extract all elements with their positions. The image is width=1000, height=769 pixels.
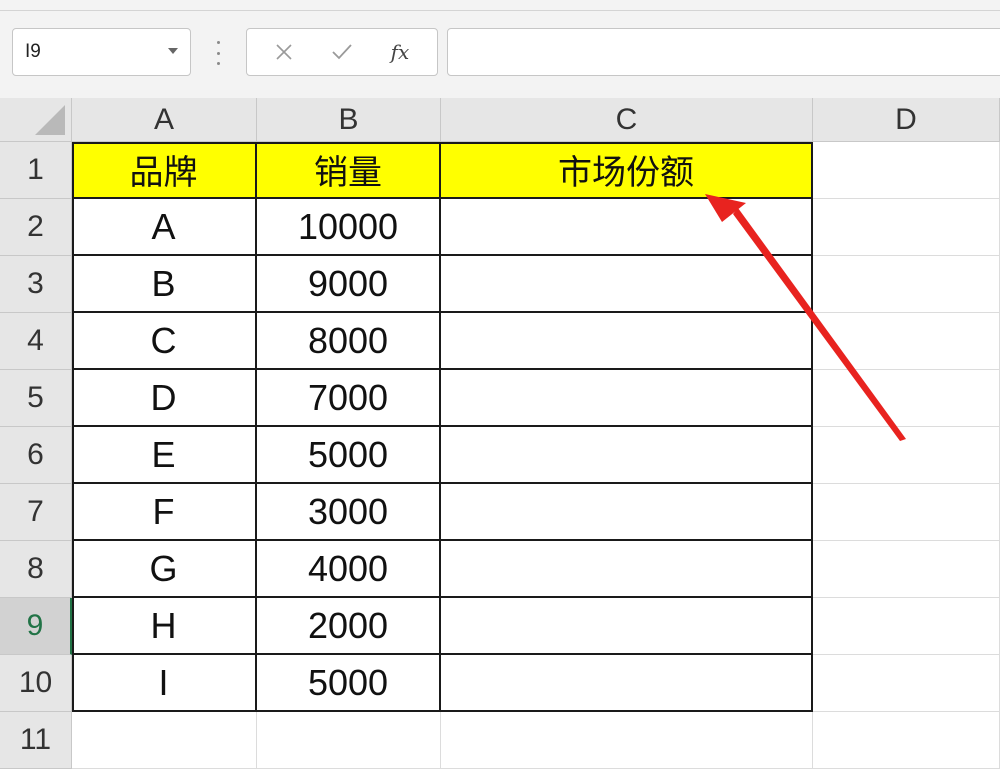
cell-c6[interactable] [441,427,813,484]
cell-d5[interactable] [813,370,1000,427]
select-all-button[interactable] [0,98,72,142]
row-header-4[interactable]: 4 [0,313,72,370]
cell-c1[interactable]: 市场份额 [441,142,813,199]
cell-a8[interactable]: G [72,541,257,598]
row-header-7[interactable]: 7 [0,484,72,541]
column-header-a[interactable]: A [72,98,257,142]
cell-b2[interactable]: 10000 [257,199,441,256]
cell-a6[interactable]: E [72,427,257,484]
cross-icon [276,44,292,60]
cell-c10[interactable] [441,655,813,712]
worksheet-grid: ABCD 1 2 3 4 5 6 7 8 9 10 11 品牌 销量 市场份额 A 10000 B 9000 C 8… [0,98,1000,769]
cell-d8[interactable] [813,541,1000,598]
cell-d4[interactable] [813,313,1000,370]
cell-c2[interactable] [441,199,813,256]
cell-a11[interactable] [72,712,257,769]
cell-b9[interactable]: 2000 [257,598,441,655]
row-header-5[interactable]: 5 [0,370,72,427]
cell-b7[interactable]: 3000 [257,484,441,541]
cell-c9[interactable] [441,598,813,655]
cell-b10[interactable]: 5000 [257,655,441,712]
cell-c11[interactable] [441,712,813,769]
cell-b6[interactable]: 5000 [257,427,441,484]
cell-b8[interactable]: 4000 [257,541,441,598]
cell-d10[interactable] [813,655,1000,712]
row-header-11[interactable]: 11 [0,712,72,769]
row-header-8[interactable]: 8 [0,541,72,598]
name-box-value: I9 [25,41,41,62]
cell-d1[interactable] [813,142,1000,199]
cell-a4[interactable]: C [72,313,257,370]
insert-function-button[interactable]: fx [380,34,420,70]
formula-bar: I9 fx [0,11,1000,98]
column-header-b[interactable]: B [257,98,441,142]
fx-icon: fx [390,40,410,64]
cell-c7[interactable] [441,484,813,541]
select-all-icon [35,105,65,135]
cell-b1[interactable]: 销量 [257,142,441,199]
cell-a9[interactable]: H [72,598,257,655]
cell-d3[interactable] [813,256,1000,313]
chevron-down-icon[interactable] [168,48,178,54]
cell-a7[interactable]: F [72,484,257,541]
formula-input[interactable] [447,28,1000,76]
row-header-3[interactable]: 3 [0,256,72,313]
cell-a3[interactable]: B [72,256,257,313]
cell-a1[interactable]: 品牌 [72,142,257,199]
cell-c4[interactable] [441,313,813,370]
cell-c5[interactable] [441,370,813,427]
more-options-icon[interactable] [214,41,222,65]
cell-d11[interactable] [813,712,1000,769]
row-header-1[interactable]: 1 [0,142,72,199]
enter-button[interactable] [322,34,362,70]
cell-c3[interactable] [441,256,813,313]
name-box[interactable]: I9 [12,28,191,76]
cell-b11[interactable] [257,712,441,769]
cell-b3[interactable]: 9000 [257,256,441,313]
cell-d9[interactable] [813,598,1000,655]
row-header-6[interactable]: 6 [0,427,72,484]
cell-d2[interactable] [813,199,1000,256]
cell-a5[interactable]: D [72,370,257,427]
formula-buttons: fx [246,28,438,76]
cell-a10[interactable]: I [72,655,257,712]
check-icon [332,44,352,60]
cancel-button[interactable] [264,34,304,70]
row-header-10[interactable]: 10 [0,655,72,712]
row-header-9[interactable]: 9 [0,598,72,655]
cell-a2[interactable]: A [72,199,257,256]
column-header-d[interactable]: D [813,98,1000,142]
cell-b5[interactable]: 7000 [257,370,441,427]
cell-d7[interactable] [813,484,1000,541]
cell-d6[interactable] [813,427,1000,484]
cell-b4[interactable]: 8000 [257,313,441,370]
cell-c8[interactable] [441,541,813,598]
ribbon-edge [0,0,1000,11]
column-header-c[interactable]: C [441,98,813,142]
row-header-2[interactable]: 2 [0,199,72,256]
